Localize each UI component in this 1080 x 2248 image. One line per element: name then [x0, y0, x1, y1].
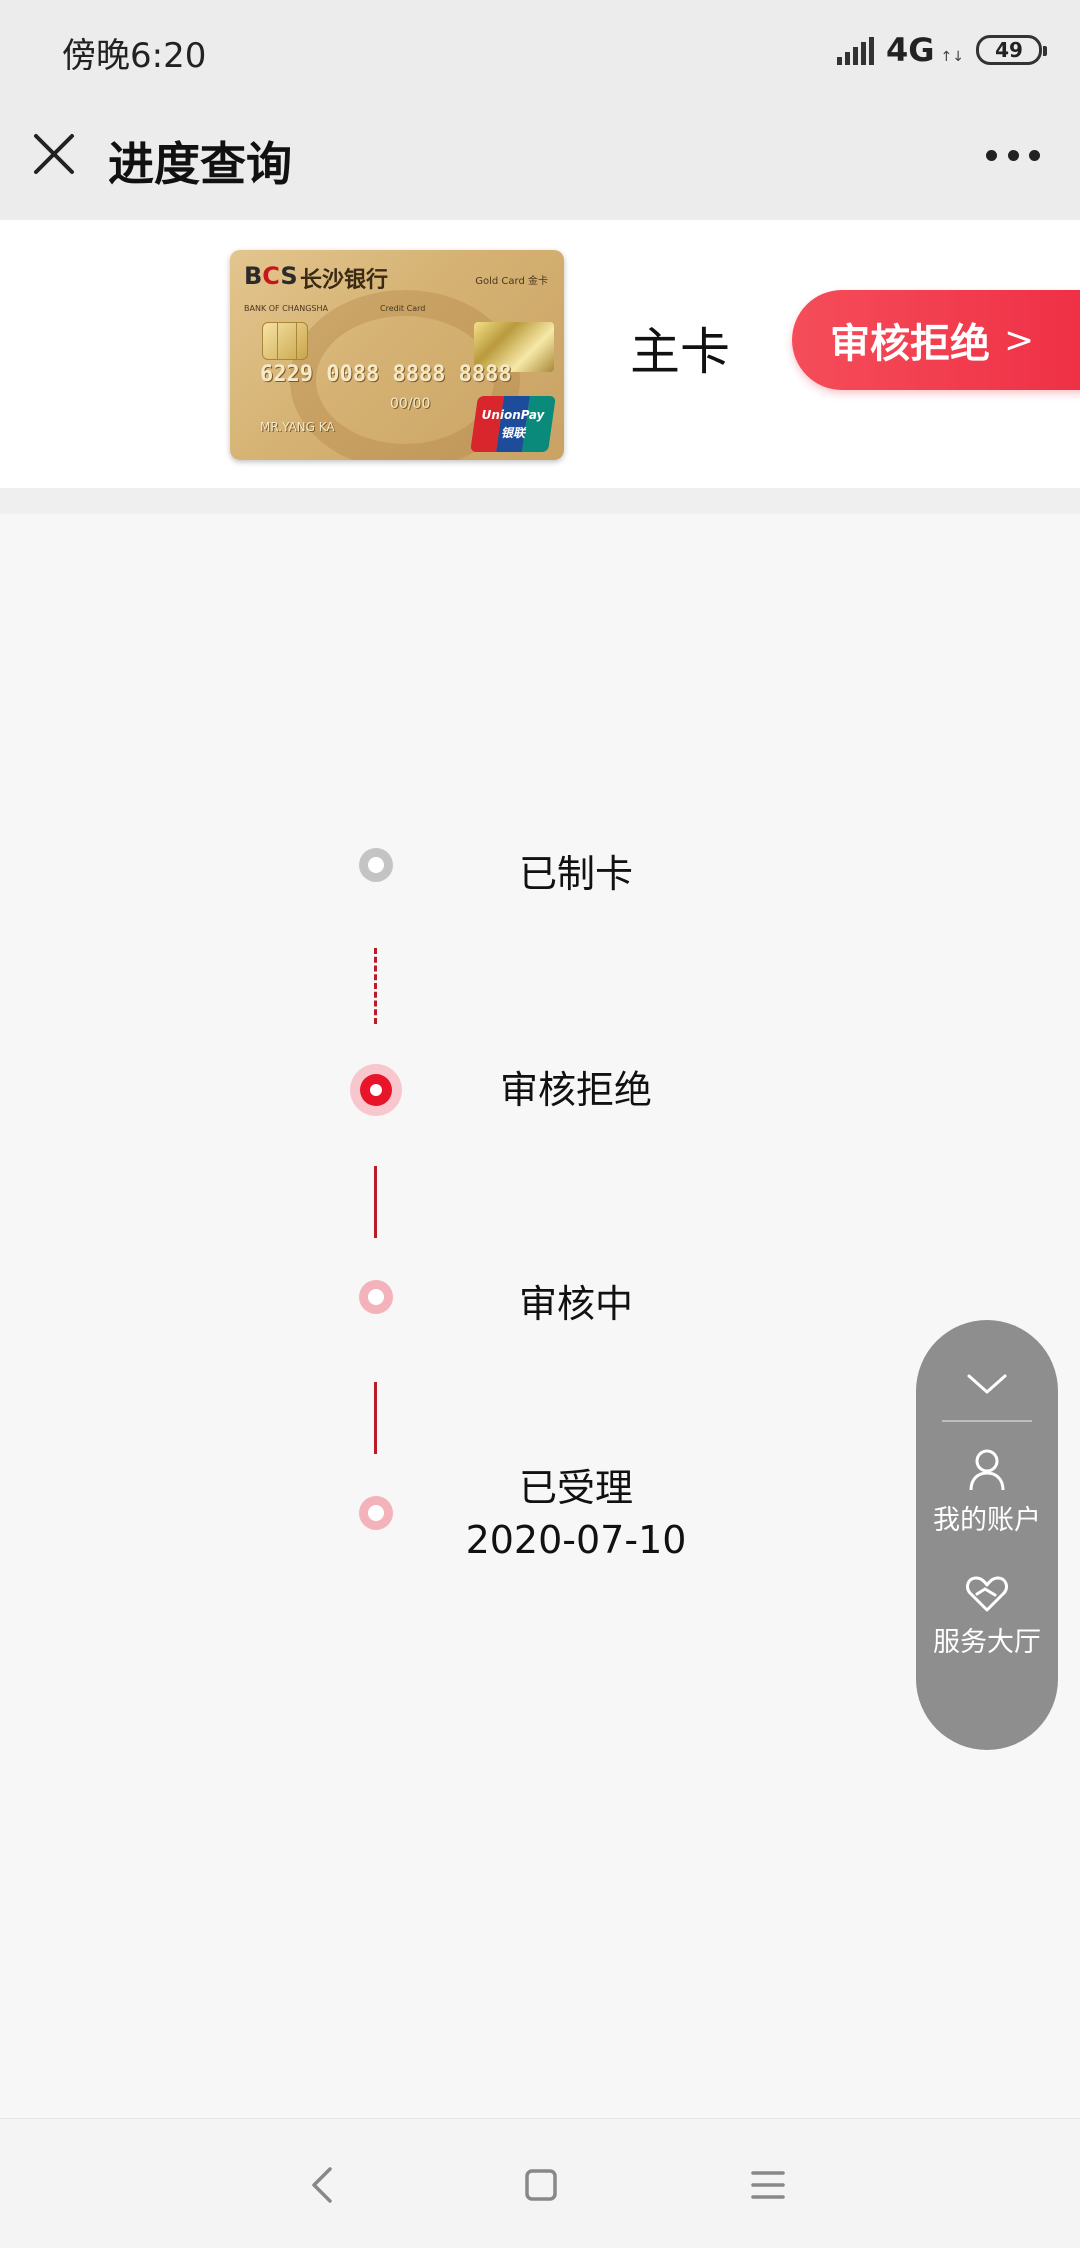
floating-shortcut-menu: 我的账户 服务大厅: [916, 1320, 1058, 1750]
close-icon[interactable]: [32, 132, 76, 176]
system-nav-bar: [0, 2118, 1080, 2248]
more-icon[interactable]: [986, 148, 1040, 162]
section-divider: [0, 488, 1080, 514]
status-pill-button[interactable]: 审核拒绝 >: [792, 290, 1080, 390]
home-icon[interactable]: [524, 2165, 558, 2205]
status-bar: 傍晚6:20 4G ↑↓ 49: [0, 0, 1080, 100]
card-type-label: 主卡: [630, 323, 730, 381]
card-holder: MR.YANG KA: [260, 420, 335, 434]
card-panel: BCS 长沙银行 Gold Card 金卡 BANK OF CHANGSHA C…: [0, 220, 1080, 488]
timeline-dot-done: [359, 1496, 393, 1530]
card-number: 6229 0088 8888 8888: [260, 362, 512, 387]
timeline-dot-done: [359, 1280, 393, 1314]
signal-icon: [837, 35, 874, 65]
chevron-right-icon: >: [1004, 319, 1035, 361]
progress-timeline: 已制卡 审核拒绝 审核中 已受理 2020-07-10: [0, 514, 1080, 2114]
user-icon: [969, 1449, 1005, 1491]
unionpay-text: UnionPay 银联: [481, 408, 545, 440]
menu-icon[interactable]: [750, 2165, 786, 2205]
service-hall-label: 服务大厅: [933, 1627, 1041, 1658]
timeline-step-label: 已制卡: [518, 852, 633, 896]
bank-logo: BCS: [244, 262, 298, 290]
card-valid-thru: 00/00: [390, 396, 431, 412]
timeline-step-label: 已受理: [518, 1466, 633, 1510]
status-time: 傍晚6:20: [62, 36, 207, 76]
my-account-label: 我的账户: [933, 1505, 1041, 1536]
my-account-button[interactable]: 我的账户: [916, 1448, 1058, 1537]
nav-bar: 进度查询: [0, 100, 1080, 220]
network-label: 4G: [886, 31, 935, 69]
timeline-connector-dashed: [374, 948, 377, 1024]
card-gold-label: Gold Card 金卡: [475, 276, 548, 287]
service-hall-button[interactable]: 服务大厅: [916, 1574, 1058, 1659]
card-bank-name: 长沙银行: [300, 268, 389, 293]
page-title: 进度查询: [108, 137, 292, 191]
timeline-connector: [374, 1166, 377, 1238]
heart-hands-icon: [966, 1576, 1008, 1612]
card-chip-icon: [262, 322, 308, 360]
timeline-dot-future: [359, 848, 393, 882]
timeline-step-date: 2020-07-10: [465, 1518, 687, 1562]
timeline-connector: [374, 1382, 377, 1454]
timeline-step-label: 审核拒绝: [499, 1068, 652, 1112]
card-bank-english: BANK OF CHANGSHA: [244, 304, 328, 313]
menu-divider: [942, 1420, 1032, 1422]
network-activity-icon: ↑↓: [940, 49, 964, 65]
battery-icon: 49: [976, 35, 1047, 65]
chevron-down-icon[interactable]: [966, 1372, 1008, 1396]
back-icon[interactable]: [308, 2165, 336, 2205]
bank-card-image: BCS 长沙银行 Gold Card 金卡 BANK OF CHANGSHA C…: [230, 250, 564, 460]
battery-level: 49: [995, 38, 1023, 62]
timeline-dot-current: [350, 1064, 402, 1116]
status-pill-label: 审核拒绝: [830, 321, 990, 367]
timeline-step-label: 审核中: [518, 1282, 633, 1326]
card-credit-label: Credit Card: [380, 304, 426, 313]
status-indicators: 4G ↑↓ 49: [837, 30, 1047, 70]
